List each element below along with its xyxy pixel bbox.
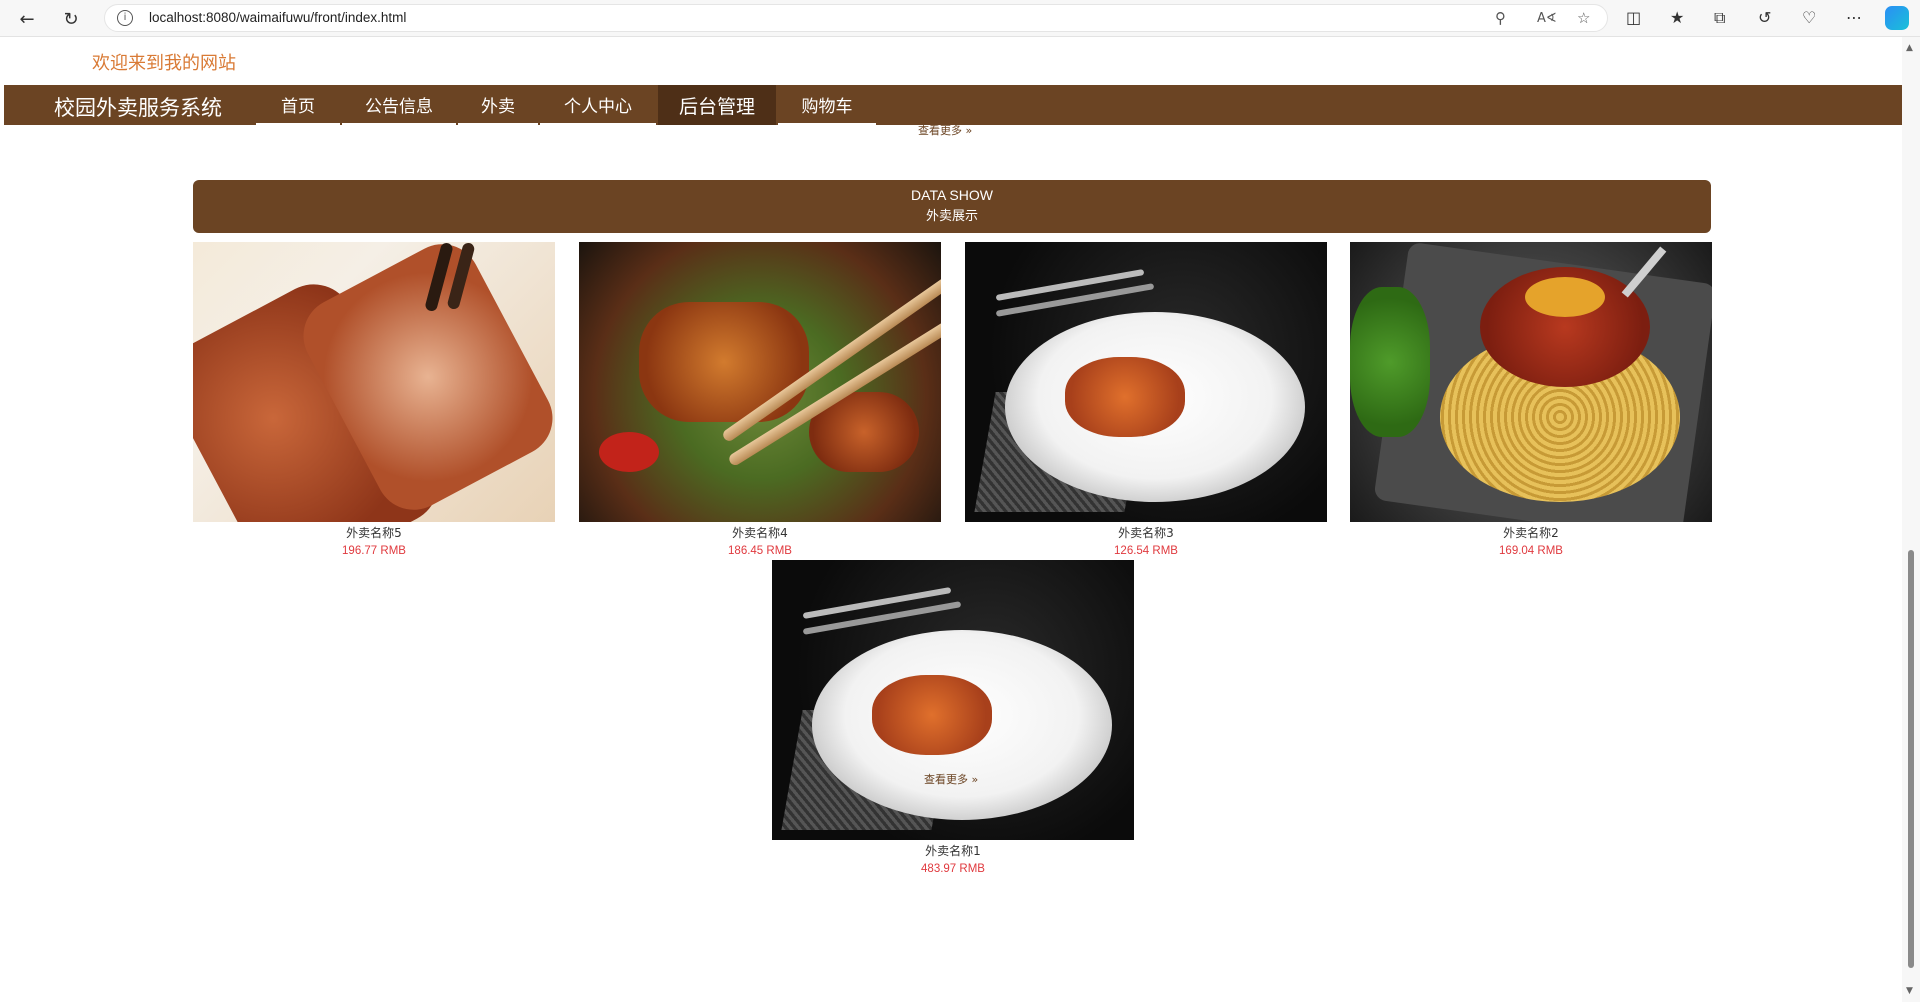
view-more-link-bottom[interactable]: 查看更多 » [924, 771, 978, 787]
product-price: 169.04 RMB [1499, 545, 1563, 557]
address-bar[interactable]: i localhost:8080/waimaifuwu/front/index.… [104, 4, 1608, 32]
back-icon[interactable]: ← [14, 6, 40, 32]
welcome-text: 欢迎来到我的网站 [92, 53, 236, 74]
product-card[interactable]: 外卖名称2 169.04 RMB [1350, 242, 1712, 560]
view-more-label: 查看更多 [924, 773, 968, 786]
double-chevron-icon: » [965, 124, 973, 137]
read-aloud-icon[interactable]: A∢ [1537, 11, 1557, 26]
product-name[interactable]: 外卖名称4 [579, 524, 941, 542]
nav-item-personal-center[interactable]: 个人中心 [540, 85, 656, 125]
browser-toolbar: ← ↻ i localhost:8080/waimaifuwu/front/in… [0, 0, 1920, 37]
favorite-star-icon[interactable]: ☆ [1577, 9, 1590, 27]
double-chevron-icon: » [971, 773, 979, 786]
product-name[interactable]: 外卖名称5 [193, 524, 555, 542]
nav-item-takeout[interactable]: 外卖 [458, 85, 538, 125]
stir-fry-photo[interactable] [579, 242, 941, 522]
page-viewport: 欢迎来到我的网站 校园外卖服务系统 首页 公告信息 外卖 个人中心 后台管理 购… [0, 37, 1902, 1002]
nav-item-admin[interactable]: 后台管理 [658, 85, 776, 125]
product-price: 196.77 RMB [342, 545, 406, 557]
reload-icon[interactable]: ↻ [58, 6, 84, 32]
top-navigation: 校园外卖服务系统 首页 公告信息 外卖 个人中心 后台管理 购物车 [4, 85, 1902, 125]
section-title-cn: 外卖展示 [925, 209, 978, 224]
more-menu-icon[interactable]: ⋯ [1846, 8, 1862, 27]
product-price: 126.54 RMB [1114, 545, 1178, 557]
split-screen-icon[interactable]: ◫ [1626, 8, 1641, 27]
product-card[interactable]: 外卖名称5 196.77 RMB [193, 242, 555, 560]
scroll-down-icon[interactable]: ▼ [1906, 986, 1913, 996]
plated-dish-photo[interactable] [965, 242, 1327, 522]
site-info-icon[interactable]: i [117, 10, 133, 26]
nav-item-announcements[interactable]: 公告信息 [342, 85, 456, 125]
product-card[interactable]: 外卖名称3 126.54 RMB [965, 242, 1327, 560]
browser-essentials-icon[interactable]: ♡ [1802, 8, 1816, 27]
nav-item-home[interactable]: 首页 [256, 85, 340, 125]
history-icon[interactable]: ↺ [1758, 8, 1771, 27]
scroll-up-icon[interactable]: ▲ [1906, 43, 1913, 53]
product-name[interactable]: 外卖名称1 [772, 842, 1134, 860]
bbq-pork-photo[interactable] [193, 242, 555, 522]
view-more-link-top[interactable]: 查看更多 » [918, 122, 972, 138]
page-scrollbar[interactable]: ▲ ▼ [1902, 37, 1920, 1002]
product-card[interactable]: 外卖名称1 483.97 RMB [772, 560, 1134, 878]
zoom-icon[interactable]: ⚲ [1495, 9, 1506, 27]
url-text: localhost:8080/waimaifuwu/front/index.ht… [149, 10, 407, 25]
nav-item-cart[interactable]: 购物车 [778, 85, 876, 125]
copilot-icon[interactable] [1885, 6, 1909, 30]
product-price: 483.97 RMB [921, 863, 985, 875]
spaghetti-photo[interactable] [1350, 242, 1712, 522]
section-title-en: DATA SHOW [911, 187, 993, 203]
collections-icon[interactable]: ⧉ [1714, 8, 1725, 28]
product-card[interactable]: 外卖名称4 186.45 RMB [579, 242, 941, 560]
product-name[interactable]: 外卖名称3 [965, 524, 1327, 542]
plated-dish-photo[interactable] [772, 560, 1134, 840]
favorites-icon[interactable]: ★ [1670, 8, 1684, 27]
site-brand: 校园外卖服务系统 [54, 96, 222, 120]
product-name[interactable]: 外卖名称2 [1350, 524, 1712, 542]
view-more-label: 查看更多 [918, 124, 962, 137]
scrollbar-thumb[interactable] [1908, 550, 1914, 968]
product-price: 186.45 RMB [728, 545, 792, 557]
section-header: DATA SHOW 外卖展示 [193, 180, 1711, 233]
